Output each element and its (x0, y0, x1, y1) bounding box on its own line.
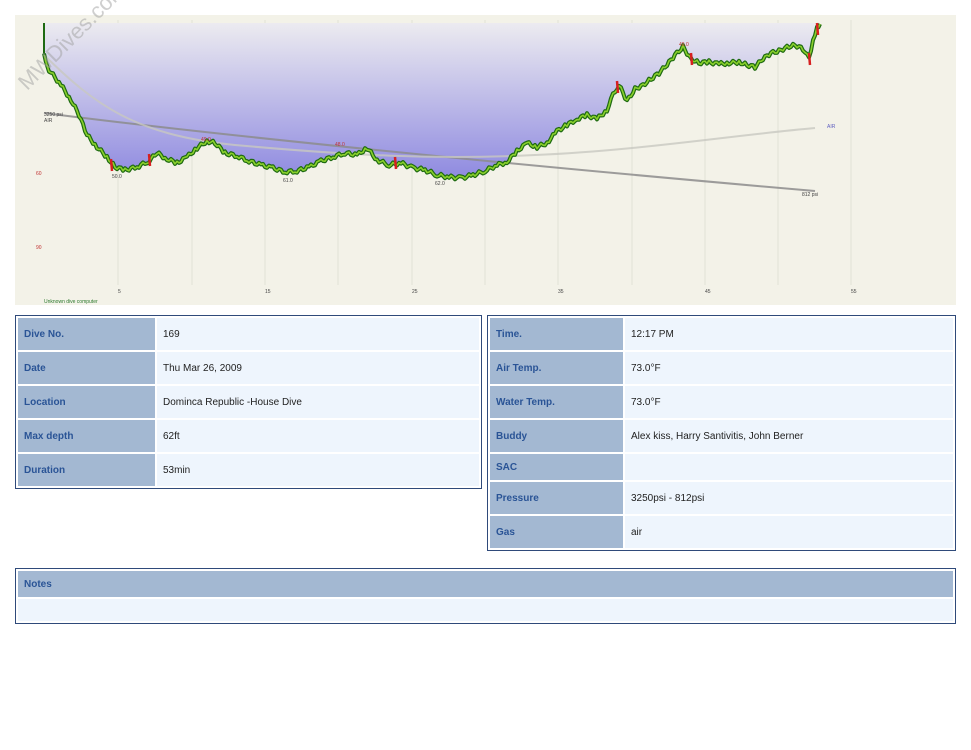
time-value: 12:17 PM (625, 318, 953, 350)
notes-section: Notes (15, 568, 956, 624)
depth-label: 49.0 (201, 137, 211, 143)
table-row (18, 599, 953, 621)
gas-label: Gas (490, 516, 623, 548)
ascent-warning-mark (147, 153, 152, 167)
dive-details-right: Time. 12:17 PM Air Temp. 73.0°F Water Te… (487, 315, 956, 551)
air-temp-value: 73.0°F (625, 352, 953, 384)
date-value: Thu Mar 26, 2009 (157, 352, 479, 384)
ascent-warning-mark (689, 52, 694, 66)
dive-computer-label: Unknown dive computer (44, 299, 98, 305)
ascent-warning-mark (815, 22, 820, 36)
depth-label: 49.0 (679, 42, 689, 48)
table-row: Pressure 3250psi - 812psi (490, 482, 953, 514)
water-temp-label: Water Temp. (490, 386, 623, 418)
y-tick-label: 90 (36, 245, 42, 251)
duration-value: 53min (157, 454, 479, 486)
x-tick-label: 25 (412, 289, 418, 295)
location-label: Location (18, 386, 155, 418)
dive-profile-svg: 5 15 25 35 45 55 60 90 3250 psi AIR 812 … (36, 20, 857, 305)
x-tick-label: 55 (851, 289, 857, 295)
sac-label: SAC (490, 454, 623, 480)
gas-value: air (625, 516, 953, 548)
depth-label: 50.0 (112, 174, 122, 180)
table-row: Max depth 62ft (18, 420, 479, 452)
table-row: Water Temp. 73.0°F (490, 386, 953, 418)
sac-value (625, 454, 953, 480)
location-value: Dominca Republic -House Dive (157, 386, 479, 418)
table-row: Date Thu Mar 26, 2009 (18, 352, 479, 384)
depth-label: 62.0 (435, 181, 445, 187)
date-label: Date (18, 352, 155, 384)
table-row: Buddy Alex kiss, Harry Santivitis, John … (490, 420, 953, 452)
table-row: Gas air (490, 516, 953, 548)
x-tick-label: 15 (265, 289, 271, 295)
notes-label: Notes (18, 571, 953, 597)
duration-label: Duration (18, 454, 155, 486)
dive-profile-chart: 5 15 25 35 45 55 60 90 3250 psi AIR 812 … (13, 0, 956, 305)
table-row: Duration 53min (18, 454, 479, 486)
ascent-warning-mark (393, 156, 398, 170)
x-tick-label: 5 (118, 289, 121, 295)
max-depth-label: Max depth (18, 420, 155, 452)
buddy-label: Buddy (490, 420, 623, 452)
air-temp-label: Air Temp. (490, 352, 623, 384)
x-tick-label: 45 (705, 289, 711, 295)
ascent-warning-mark (807, 52, 812, 66)
depth-label: 61.0 (283, 178, 293, 184)
water-temp-value: 73.0°F (625, 386, 953, 418)
table-row: Location Dominca Republic -House Dive (18, 386, 479, 418)
pressure-value: 3250psi - 812psi (625, 482, 953, 514)
notes-value (18, 599, 953, 621)
table-row: Air Temp. 73.0°F (490, 352, 953, 384)
pressure-label: Pressure (490, 482, 623, 514)
time-label: Time. (490, 318, 623, 350)
max-depth-value: 62ft (157, 420, 479, 452)
y-tick-label: 60 (36, 171, 42, 177)
table-row: Notes (18, 571, 953, 597)
dive-no-value: 169 (157, 318, 479, 350)
depth-label: 48.0 (335, 142, 345, 148)
ascent-warning-mark (615, 80, 620, 94)
pressure-end-label: 812 psi (802, 192, 818, 198)
x-tick-label: 35 (558, 289, 564, 295)
pressure-start-gas-label: AIR (44, 118, 53, 124)
dive-no-label: Dive No. (18, 318, 155, 350)
table-row: Time. 12:17 PM (490, 318, 953, 350)
table-row: Dive No. 169 (18, 318, 479, 350)
ascent-warning-mark (109, 158, 114, 172)
table-row: SAC (490, 454, 953, 480)
dive-details-left: Dive No. 169 Date Thu Mar 26, 2009 Locat… (15, 315, 482, 489)
buddy-value: Alex kiss, Harry Santivitis, John Berner (625, 420, 953, 452)
gas-end-label: AIR (827, 124, 836, 130)
